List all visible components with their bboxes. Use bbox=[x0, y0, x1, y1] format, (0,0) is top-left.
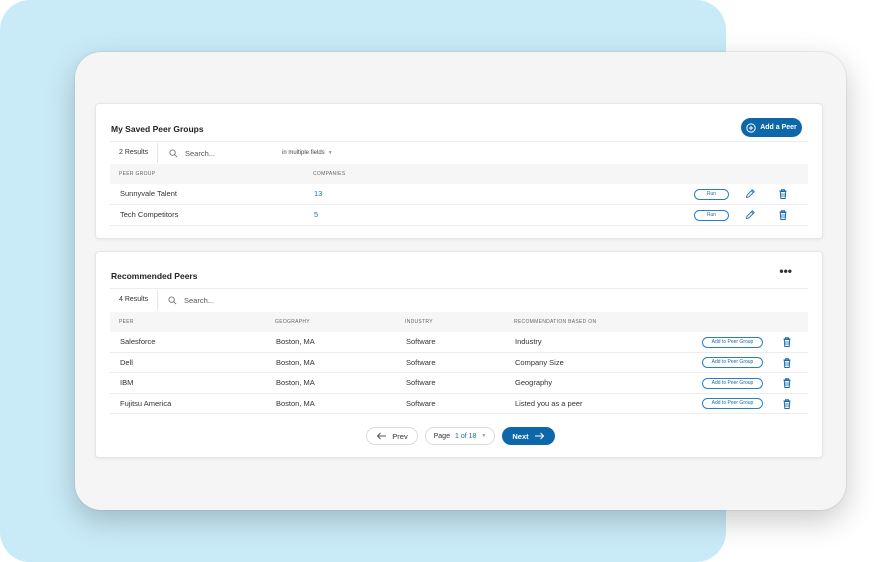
geography: Boston, MA bbox=[276, 378, 315, 387]
peer-name: Dell bbox=[120, 357, 133, 367]
peer-name: Fujitsu America bbox=[120, 398, 172, 408]
table-header: PEER GROUP COMPANIES bbox=[110, 164, 808, 184]
prev-label: Prev bbox=[392, 431, 408, 441]
divider bbox=[110, 288, 808, 289]
add-peer-label: Add a Peer bbox=[760, 124, 797, 131]
add-to-peer-group-button[interactable]: Add to Peer Group bbox=[702, 377, 763, 389]
pencil-icon[interactable] bbox=[744, 188, 756, 200]
table-row: Tech Competitors 5 Run bbox=[110, 205, 808, 226]
column-header-recommendation: RECOMMENDATION BASED ON bbox=[514, 319, 597, 325]
search-scope-dropdown[interactable]: in multiple fields ▼ bbox=[282, 143, 333, 163]
recommendation-reason: Listed you as a peer bbox=[515, 398, 583, 408]
column-header-companies: COMPANIES bbox=[313, 171, 346, 177]
column-header-industry: INDUSTRY bbox=[405, 319, 433, 325]
trash-icon[interactable] bbox=[781, 377, 793, 389]
add-peer-button[interactable]: Add a Peer bbox=[741, 118, 802, 137]
geography: Boston, MA bbox=[276, 357, 315, 367]
search-icon bbox=[169, 148, 178, 157]
industry: Software bbox=[406, 378, 436, 387]
page-prefix: Page bbox=[433, 432, 450, 440]
divider bbox=[110, 141, 808, 142]
results-count: 4 Results bbox=[110, 290, 159, 310]
table-header: PEER GEOGRAPHY INDUSTRY RECOMMENDATION B… bbox=[110, 312, 808, 332]
next-button[interactable]: Next bbox=[502, 427, 555, 445]
recommendation-reason: Industry bbox=[515, 337, 542, 346]
add-to-peer-group-button[interactable]: Add to Peer Group bbox=[702, 357, 763, 368]
search-scope-label: in multiple fields bbox=[282, 150, 325, 156]
arrow-left-icon bbox=[377, 432, 387, 440]
column-header-peer: PEER bbox=[119, 319, 134, 325]
trash-icon[interactable] bbox=[781, 398, 793, 410]
page-selector[interactable]: Page 1 of 18 ▼ bbox=[425, 427, 495, 445]
trash-icon[interactable] bbox=[777, 209, 789, 221]
saved-peer-groups-card: My Saved Peer Groups Add a Peer 2 Result… bbox=[95, 103, 823, 239]
search-placeholder: Search... bbox=[185, 148, 216, 158]
industry: Software bbox=[406, 398, 436, 408]
recommended-title: Recommended Peers bbox=[111, 271, 198, 281]
recommended-peers-card: Recommended Peers ••• 4 Results Search..… bbox=[95, 251, 823, 458]
geography: Boston, MA bbox=[276, 337, 315, 346]
peer-name: Salesforce bbox=[120, 337, 156, 346]
table-row: Salesforce Boston, MA Software Industry … bbox=[110, 332, 808, 353]
table-row: IBM Boston, MA Software Geography Add to… bbox=[110, 373, 808, 394]
trash-icon[interactable] bbox=[777, 188, 789, 200]
table-row: Dell Boston, MA Software Company Size Ad… bbox=[110, 353, 808, 373]
add-to-peer-group-button[interactable]: Add to Peer Group bbox=[702, 336, 763, 348]
pencil-icon[interactable] bbox=[744, 209, 756, 221]
peer-name: IBM bbox=[120, 378, 134, 387]
recommendation-reason: Company Size bbox=[515, 357, 564, 367]
companies-count-link[interactable]: 13 bbox=[314, 184, 322, 204]
search-icon bbox=[168, 295, 177, 304]
table-row: Fujitsu America Boston, MA Software List… bbox=[110, 394, 808, 414]
peer-group-name: Sunnyvale Talent bbox=[120, 189, 177, 198]
search-input[interactable]: Search... bbox=[169, 143, 215, 163]
search-placeholder: Search... bbox=[184, 295, 215, 305]
table-row: Sunnyvale Talent 13 Run bbox=[110, 184, 808, 205]
current-page: 1 bbox=[454, 432, 459, 440]
run-button[interactable]: Run bbox=[694, 210, 729, 221]
next-label: Next bbox=[512, 431, 529, 441]
search-input[interactable]: Search... bbox=[168, 290, 214, 310]
recommendation-reason: Geography bbox=[515, 378, 553, 387]
results-count: 2 Results bbox=[110, 143, 159, 163]
saved-groups-title: My Saved Peer Groups bbox=[111, 124, 204, 134]
chevron-down-icon: ▼ bbox=[327, 150, 333, 156]
chevron-down-icon: ▼ bbox=[481, 433, 487, 439]
more-options-icon[interactable]: ••• bbox=[779, 265, 792, 277]
column-header-peer-group: PEER GROUP bbox=[119, 171, 156, 177]
trash-icon[interactable] bbox=[781, 357, 793, 369]
trash-icon[interactable] bbox=[781, 336, 793, 348]
peer-group-name: Tech Competitors bbox=[120, 210, 179, 219]
add-to-peer-group-button[interactable]: Add to Peer Group bbox=[702, 398, 763, 409]
arrow-right-icon bbox=[534, 432, 544, 440]
plus-circle-icon bbox=[746, 122, 756, 133]
companies-count-link[interactable]: 5 bbox=[314, 205, 318, 225]
page-total: of 18 bbox=[460, 432, 477, 440]
geography: Boston, MA bbox=[276, 398, 315, 408]
run-button[interactable]: Run bbox=[694, 189, 729, 200]
industry: Software bbox=[406, 337, 436, 346]
industry: Software bbox=[406, 357, 436, 367]
column-header-geography: GEOGRAPHY bbox=[275, 319, 310, 325]
prev-button[interactable]: Prev bbox=[366, 427, 418, 445]
